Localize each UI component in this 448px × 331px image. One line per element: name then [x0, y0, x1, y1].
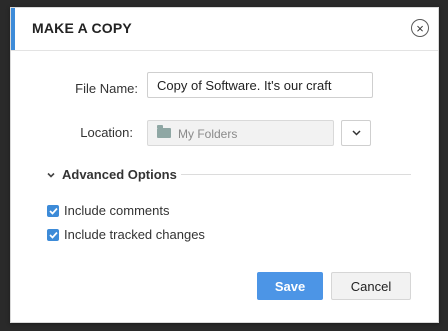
include-comments-option[interactable]: Include comments — [47, 203, 170, 218]
chevron-down-icon — [351, 130, 361, 136]
include-tracked-changes-checkbox[interactable] — [47, 228, 59, 241]
include-tracked-changes-option[interactable]: Include tracked changes — [47, 227, 205, 242]
chevron-down-icon — [47, 172, 55, 178]
close-icon[interactable]: × — [411, 19, 429, 37]
include-tracked-changes-label: Include tracked changes — [64, 227, 205, 242]
advanced-options-toggle[interactable]: Advanced Options — [46, 167, 177, 182]
save-button[interactable]: Save — [257, 272, 323, 300]
location-label: Location: — [80, 125, 133, 140]
checkmark-icon — [48, 207, 58, 215]
advanced-options-label: Advanced Options — [62, 167, 177, 182]
include-comments-checkbox[interactable] — [47, 204, 59, 217]
location-dropdown-button[interactable] — [341, 120, 371, 146]
file-name-label: File Name: — [75, 81, 138, 96]
make-a-copy-dialog: MAKE A COPY × File Name: Location: My Fo… — [10, 7, 439, 323]
include-comments-label: Include comments — [64, 203, 170, 218]
dialog-header: MAKE A COPY × — [11, 8, 438, 51]
file-name-input[interactable] — [147, 72, 373, 98]
location-field[interactable]: My Folders — [147, 120, 334, 146]
dialog-title: MAKE A COPY — [32, 20, 132, 36]
header-accent-bar — [11, 8, 15, 50]
folder-icon — [157, 125, 171, 138]
cancel-button[interactable]: Cancel — [331, 272, 411, 300]
checkmark-icon — [48, 231, 58, 239]
location-value: My Folders — [178, 127, 238, 141]
divider — [181, 174, 411, 175]
